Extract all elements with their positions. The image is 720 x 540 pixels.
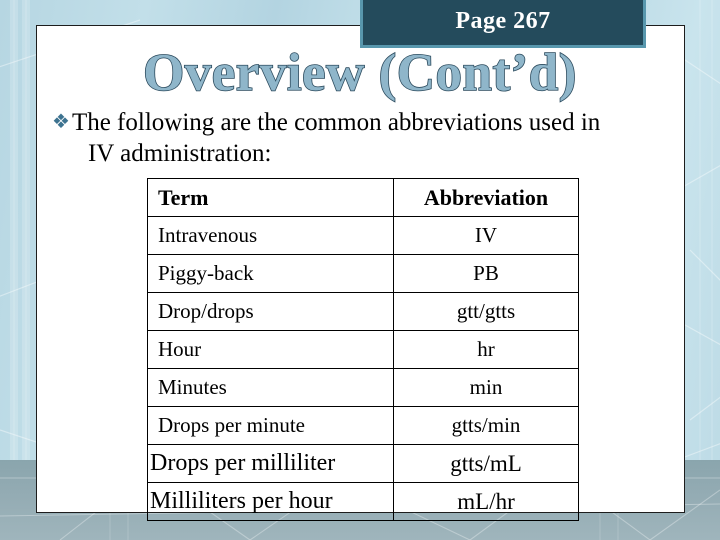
page-number-label: Page 267 [455,8,551,34]
table-header-row: Term Abbreviation [147,178,579,217]
cell-abbreviation: min [393,368,579,407]
table-row: Drops per minute gtts/min [147,406,579,445]
table-row: Minutes min [147,368,579,407]
table-row: Hour hr [147,330,579,369]
slide-title-text: Overview (Cont’d) [142,44,577,102]
cell-term: Drops per minute [147,406,394,445]
slide-canvas: Page 267 Overview (Cont’d) ❖ The followi… [0,0,720,540]
table-row: Milliliters per hour mL/hr [147,482,579,521]
table-row: Piggy-back PB [147,254,579,293]
column-header-term: Term [147,178,394,217]
bullet-text-line-1: The following are the common abbreviatio… [71,109,601,136]
page-number-tab: Page 267 [360,0,646,48]
diamond-bullet-icon: ❖ [52,111,70,133]
cell-abbreviation: hr [393,330,579,369]
bullet-body: ❖ The following are the common abbreviat… [52,108,682,169]
cell-term: Minutes [147,368,394,407]
bullet-text-line-2: IV administration: [87,139,272,167]
cell-term: Intravenous [147,216,394,255]
cell-abbreviation: gtts/mL [393,444,579,483]
table-row: Intravenous IV [147,216,579,255]
cell-term: Drop/drops [147,292,394,331]
cell-abbreviation: mL/hr [393,482,579,521]
column-header-abbreviation: Abbreviation [393,178,579,217]
slide-title: Overview (Cont’d) [0,44,720,102]
cell-term: Drops per milliliter [147,444,394,483]
table-row: Drop/drops gtt/gtts [147,292,579,331]
cell-abbreviation: gtts/min [393,406,579,445]
cell-abbreviation: PB [393,254,579,293]
cell-term: Milliliters per hour [147,482,394,521]
table-body: Intravenous IV Piggy-back PB Drop/drops … [147,216,579,521]
table-row: Drops per milliliter gtts/mL [147,444,579,483]
abbreviations-table: Term Abbreviation Intravenous IV Piggy-b… [147,178,579,521]
bullet-text: The following are the common abbreviatio… [72,108,600,169]
cell-abbreviation: gtt/gtts [393,292,579,331]
cell-abbreviation: IV [393,216,579,255]
bullet-list-item: ❖ The following are the common abbreviat… [52,108,682,169]
cell-term: Hour [147,330,394,369]
cell-term: Piggy-back [147,254,394,293]
